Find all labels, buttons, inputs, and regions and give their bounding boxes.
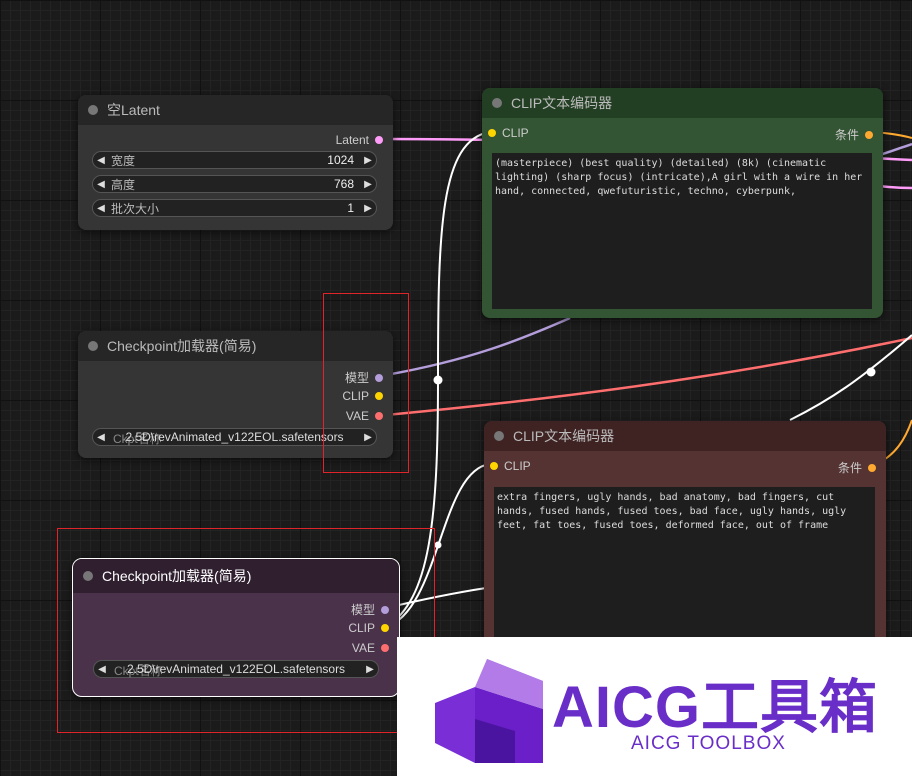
node-title: 空Latent [107,102,160,118]
input-clip-label: CLIP [502,126,529,140]
watermark-title: AICG工具箱 [552,675,879,740]
output-conditioning-label: 条件 [834,128,859,142]
highlight-box-node [57,528,435,733]
right-triangle-icon[interactable]: ▶ [360,179,376,190]
node-title: CLIP文本编码器 [511,95,613,111]
node-title: Checkpoint加载器(简易) [107,338,257,354]
node-title-bar[interactable]: CLIP文本编码器 [484,421,886,451]
output-latent[interactable]: Latent [336,133,383,147]
highlight-box-slots [323,293,409,473]
left-triangle-icon[interactable]: ◀ [93,155,109,166]
left-triangle-icon[interactable]: ◀ [93,203,109,214]
output-latent-label: Latent [335,133,369,147]
batch-size-widget[interactable]: ◀ 批次大小 1 ▶ [92,199,377,217]
height-widget[interactable]: ◀ 高度 768 ▶ [92,175,377,193]
latent-socket-icon[interactable] [375,136,383,144]
conditioning-socket-icon[interactable] [865,130,873,139]
collapse-dot-icon[interactable] [492,98,502,108]
left-triangle-icon[interactable]: ◀ [93,179,109,190]
node-title: CLIP文本编码器 [513,428,615,444]
right-triangle-icon[interactable]: ▶ [360,203,376,214]
left-triangle-icon[interactable]: ◀ [93,432,109,443]
wire-latent-2 [879,184,912,190]
wire-vae [385,336,912,417]
watermark-banner: AICG工具箱 AICG TOOLBOX [397,637,912,776]
wire-reroute-dot-2 [866,367,876,377]
width-label: 宽度 [111,153,136,168]
prompt-textarea[interactable]: (masterpiece) (best quality) (detailed) … [492,153,872,309]
clip-socket-icon[interactable] [488,129,496,137]
width-value: 1024 [327,153,354,167]
conditioning-socket-icon[interactable] [868,463,876,472]
wire-reroute-dot-3 [434,541,442,549]
wire-reroute-dot [433,375,443,385]
node-clip-text-encode-positive[interactable]: CLIP文本编码器 CLIP 条件 (masterpiece) (best qu… [482,88,883,318]
collapse-dot-icon[interactable] [494,431,504,441]
output-conditioning[interactable]: 条件 [835,126,873,143]
height-label: 高度 [111,177,136,192]
input-clip[interactable]: CLIP [490,459,531,473]
wire-white-out [789,334,912,421]
batch-value: 1 [347,201,354,215]
output-conditioning[interactable]: 条件 [838,459,876,476]
ckpt-value: 2.5D\revAnimated_v122EOL.safetensors [125,430,344,444]
clip-socket-icon[interactable] [490,462,498,470]
collapse-dot-icon[interactable] [88,341,98,351]
collapse-dot-icon[interactable] [88,105,98,115]
batch-label: 批次大小 [111,201,160,216]
height-value: 768 [333,177,354,191]
input-clip[interactable]: CLIP [488,126,529,140]
output-conditioning-label: 条件 [837,461,862,475]
node-empty-latent[interactable]: 空Latent Latent ◀ 宽度 1024 ▶ ◀ 高度 768 ▶ ◀ … [78,95,393,230]
node-title-bar[interactable]: CLIP文本编码器 [482,88,883,118]
watermark-subtitle: AICG TOOLBOX [631,733,786,754]
node-title-bar[interactable]: 空Latent [78,95,393,125]
aicg-cube-logo [435,659,543,763]
input-clip-label: CLIP [504,459,531,473]
width-widget[interactable]: ◀ 宽度 1024 ▶ [92,151,377,169]
right-triangle-icon[interactable]: ▶ [360,155,376,166]
